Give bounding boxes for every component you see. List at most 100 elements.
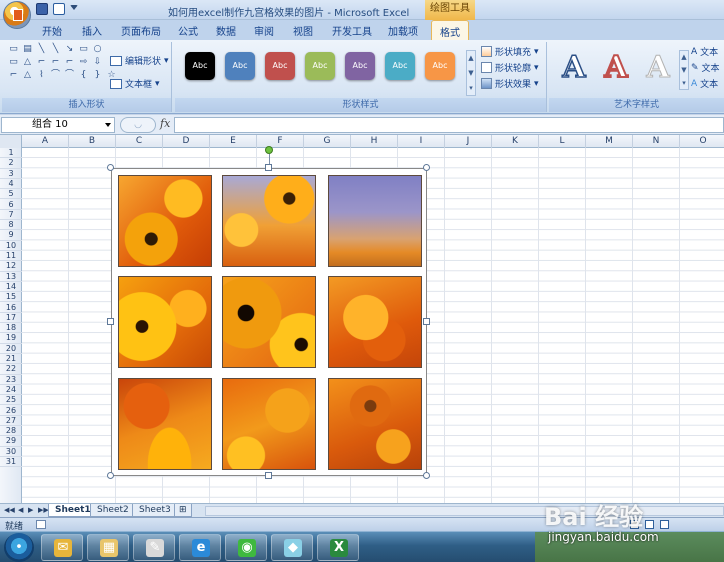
row-header[interactable]: 16	[0, 303, 22, 313]
wordart-style-3[interactable]: A	[639, 50, 677, 86]
row-header[interactable]: 6	[0, 200, 22, 210]
styles-gallery-scroll[interactable]: ▲ ▼ ▾	[466, 50, 476, 96]
row-header[interactable]: 1	[0, 148, 22, 159]
chevron-down-icon[interactable]	[105, 123, 111, 127]
picture-tile-8[interactable]	[222, 378, 316, 470]
shape-style-preset[interactable]: Abc	[185, 52, 215, 80]
column-header[interactable]: L	[539, 135, 586, 148]
name-box[interactable]: 组合 10	[1, 117, 115, 133]
wordart-style-1[interactable]: A	[555, 49, 593, 86]
shape-outline-button[interactable]: 形状轮廓 ▾	[481, 61, 539, 74]
shape-option-icon[interactable]: ▭	[8, 58, 19, 67]
shape-option-icon[interactable]	[106, 45, 117, 54]
picture-tile-4[interactable]	[118, 276, 212, 368]
resize-handle[interactable]	[107, 164, 114, 171]
row-header[interactable]: 2	[0, 158, 22, 169]
resize-handle[interactable]	[423, 472, 430, 479]
row-header[interactable]: 29	[0, 436, 22, 447]
row-header[interactable]: 8	[0, 220, 22, 231]
shape-option-icon[interactable]: ⌐	[50, 58, 61, 67]
shape-option-icon[interactable]: ▤	[22, 45, 33, 54]
row-header[interactable]: 15	[0, 292, 22, 303]
shape-option-icon[interactable]: △	[22, 58, 33, 67]
taskbar-app-button[interactable]: X	[317, 534, 359, 561]
gallery-more-icon[interactable]: ▾	[467, 81, 475, 96]
gallery-more-icon[interactable]: ▾	[680, 77, 688, 90]
shape-option-icon[interactable]: ▭	[78, 45, 89, 54]
shape-style-preset[interactable]: Abc	[305, 52, 335, 80]
row-header[interactable]: 17	[0, 313, 22, 324]
shape-option-icon[interactable]: ⌐	[8, 71, 19, 80]
insert-function-button[interactable]: fx	[160, 117, 170, 130]
column-header[interactable]: J	[445, 135, 492, 148]
picture-tile-2[interactable]	[222, 175, 316, 267]
page-layout-view-icon[interactable]	[645, 520, 654, 529]
shape-style-preset[interactable]: Abc	[425, 52, 455, 80]
row-header[interactable]: 4	[0, 179, 22, 190]
column-header[interactable]: N	[633, 135, 680, 148]
row-header[interactable]: 3	[0, 169, 22, 179]
formula-expand-button[interactable]: ◡	[120, 117, 156, 133]
insert-sheet-icon[interactable]: ⊞	[174, 504, 192, 517]
shape-effects-button[interactable]: 形状效果 ▾	[481, 77, 539, 90]
row-header[interactable]: 10	[0, 241, 22, 251]
prev-sheet-icon[interactable]: ◀	[18, 506, 23, 514]
text-box-button[interactable]: 文本框 ▾	[110, 77, 160, 90]
shape-style-preset[interactable]: Abc	[225, 52, 255, 80]
shape-fill-button[interactable]: 形状填充 ▾	[481, 45, 539, 58]
column-header[interactable]: F	[257, 135, 304, 148]
save-icon[interactable]	[36, 3, 48, 15]
text-effects-button[interactable]: A 文本	[691, 77, 718, 91]
picture-tile-3[interactable]	[328, 175, 422, 267]
row-header[interactable]: 20	[0, 344, 22, 354]
shape-option-icon[interactable]: ⌐	[64, 58, 75, 67]
shape-option-icon[interactable]: ╲	[50, 45, 61, 54]
row-header[interactable]: 12	[0, 261, 22, 272]
sheet-tab-2[interactable]: Sheet2	[90, 504, 136, 517]
horizontal-scrollbar[interactable]	[205, 506, 724, 516]
column-header[interactable]: A	[22, 135, 69, 148]
column-header[interactable]: B	[69, 135, 116, 148]
row-header[interactable]: 31	[0, 457, 22, 468]
tab-formulas[interactable]: 公式	[178, 23, 198, 38]
taskbar-app-button[interactable]: ✉	[41, 534, 83, 561]
nine-grid-picture-group[interactable]	[111, 168, 427, 476]
column-header[interactable]: K	[492, 135, 539, 148]
text-fill-button[interactable]: A 文本	[691, 45, 718, 59]
gallery-down-icon[interactable]: ▼	[680, 64, 688, 77]
shape-option-icon[interactable]: ▭	[8, 45, 19, 54]
sheet-tab-3[interactable]: Sheet3	[132, 504, 178, 517]
row-header[interactable]: 28	[0, 426, 22, 437]
tab-insert[interactable]: 插入	[82, 23, 102, 38]
column-header[interactable]: M	[586, 135, 633, 148]
next-sheet-icon[interactable]: ▶	[28, 506, 33, 514]
shape-option-icon[interactable]: {	[78, 71, 89, 80]
column-header[interactable]: I	[398, 135, 445, 148]
picture-tile-7[interactable]	[118, 378, 212, 470]
shape-style-preset[interactable]: Abc	[345, 52, 375, 80]
shape-option-icon[interactable]: ↘	[64, 45, 75, 54]
shape-option-icon[interactable]: ○	[92, 45, 103, 54]
row-header[interactable]: 5	[0, 189, 22, 200]
row-header[interactable]: 14	[0, 282, 22, 293]
picture-tile-6[interactable]	[328, 276, 422, 368]
row-header[interactable]: 11	[0, 251, 22, 262]
row-header[interactable]: 19	[0, 333, 22, 344]
shape-option-icon[interactable]: ⌒	[50, 71, 61, 80]
row-header[interactable]: 22	[0, 364, 22, 375]
shape-option-icon[interactable]: ⌒	[64, 71, 75, 80]
column-header[interactable]: O	[680, 135, 724, 148]
text-outline-button[interactable]: ✎ 文本	[691, 61, 720, 75]
shape-option-icon[interactable]: ⌇	[36, 71, 47, 80]
shape-style-preset[interactable]: Abc	[265, 52, 295, 80]
qat-dropdown-icon[interactable]	[70, 5, 78, 13]
column-header[interactable]: D	[163, 135, 210, 148]
resize-handle[interactable]	[423, 164, 430, 171]
tab-addins[interactable]: 加载项	[388, 23, 418, 38]
shape-option-icon[interactable]: ╲	[36, 45, 47, 54]
shape-option-icon[interactable]: ⌐	[36, 58, 47, 67]
rotation-handle[interactable]	[265, 146, 273, 154]
row-header[interactable]: 27	[0, 416, 22, 427]
first-sheet-icon[interactable]: ◀◀	[4, 506, 15, 514]
tab-page-layout[interactable]: 页面布局	[121, 23, 161, 38]
